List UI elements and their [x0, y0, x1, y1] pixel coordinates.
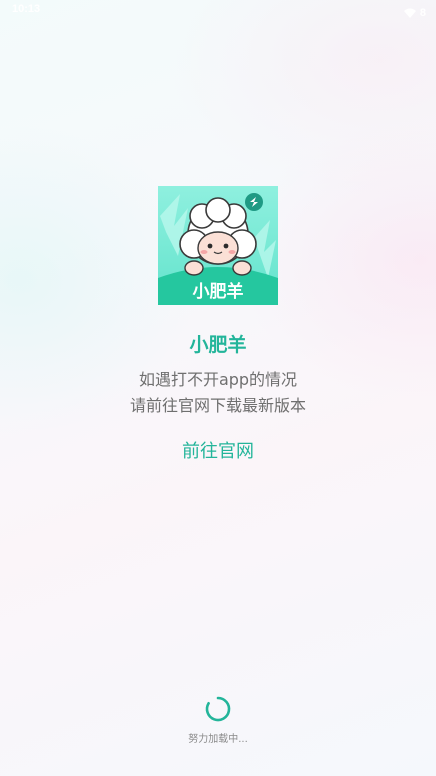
tip-line-1: 如遇打不开app的情况	[138, 370, 298, 389]
status-time: 10:13	[12, 3, 41, 15]
logo-lettering: 小肥羊	[193, 281, 244, 302]
go-to-website-link[interactable]: 前往官网	[168, 437, 268, 463]
battery-level: 8	[419, 6, 426, 19]
tip-line-2: 请前往官网下载最新版本	[129, 396, 306, 415]
status-bar: 10:13 8	[0, 0, 436, 20]
status-icons: 8	[403, 3, 426, 22]
loading-spinner-icon	[204, 695, 232, 723]
app-name: 小肥羊	[189, 334, 247, 356]
app-logo: 小肥羊	[158, 186, 278, 305]
wifi-icon	[403, 3, 416, 22]
loading-text: 努力加载中...	[188, 734, 248, 745]
